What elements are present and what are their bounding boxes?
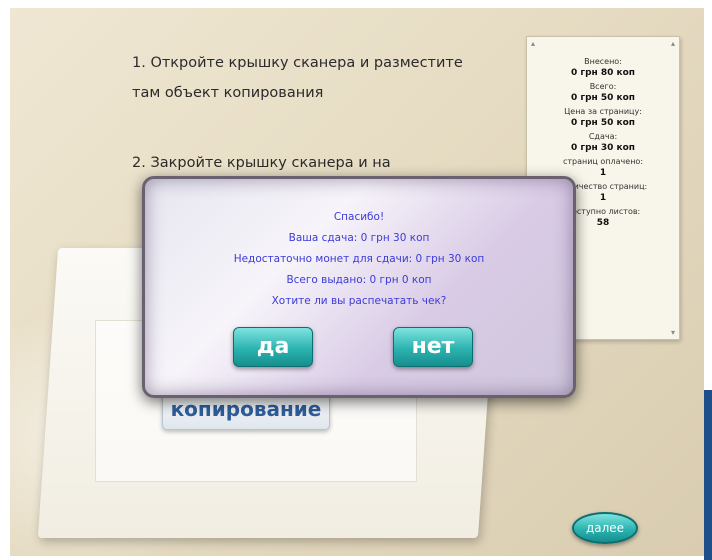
panel-label: Всего: — [589, 82, 617, 91]
instruction-step-2: 2. Закройте крышку сканера и на — [132, 155, 391, 171]
dialog-total-dispensed: Всего выдано: 0 грн 0 коп — [286, 274, 432, 286]
instruction-step-1: 1. Откройте крышку сканера и разместите … — [132, 55, 463, 101]
panel-label: Цена за страницу: — [564, 107, 642, 116]
dialog-insufficient-coins: Недостаточно монет для сдачи: 0 грн 30 к… — [233, 253, 485, 265]
panel-value: 0 грн 30 коп — [570, 143, 636, 153]
change-dialog: Спасибо! Ваша сдача: 0 грн 30 коп Недост… — [142, 176, 576, 398]
panel-item-change: Сдача: 0 грн 30 коп — [527, 132, 679, 153]
dialog-message: Спасибо! Ваша сдача: 0 грн 30 коп Недост… — [145, 207, 573, 312]
panel-value: 0 грн 80 коп — [570, 68, 636, 78]
panel-label: страниц оплачено: — [562, 157, 644, 166]
panel-label: Внесено: — [584, 57, 622, 66]
no-button[interactable]: нет — [393, 327, 473, 367]
dialog-thanks: Спасибо! — [333, 211, 385, 223]
dialog-receipt-question: Хотите ли вы распечатать чек? — [271, 295, 447, 307]
panel-item-pages-paid: страниц оплачено: 1 — [527, 157, 679, 178]
dialog-change: Ваша сдача: 0 грн 30 коп — [288, 232, 430, 244]
panel-value: 0 грн 50 коп — [570, 93, 636, 103]
yes-button[interactable]: да — [233, 327, 313, 367]
panel-value: 0 грн 50 коп — [570, 118, 636, 128]
panel-item-paid: Внесено: 0 грн 80 коп — [527, 57, 679, 78]
panel-corner-mark-icon: ▴ — [670, 39, 675, 48]
panel-corner-mark-icon: ▴ — [531, 39, 536, 48]
panel-label: Сдача: — [588, 132, 618, 141]
panel-item-price-per-page: Цена за страницу: 0 грн 50 коп — [527, 107, 679, 128]
screen-edge-strip — [704, 390, 712, 560]
next-button[interactable]: далее — [572, 512, 638, 544]
panel-corner-mark-icon: ▾ — [670, 328, 675, 337]
panel-item-total: Всего: 0 грн 50 коп — [527, 82, 679, 103]
